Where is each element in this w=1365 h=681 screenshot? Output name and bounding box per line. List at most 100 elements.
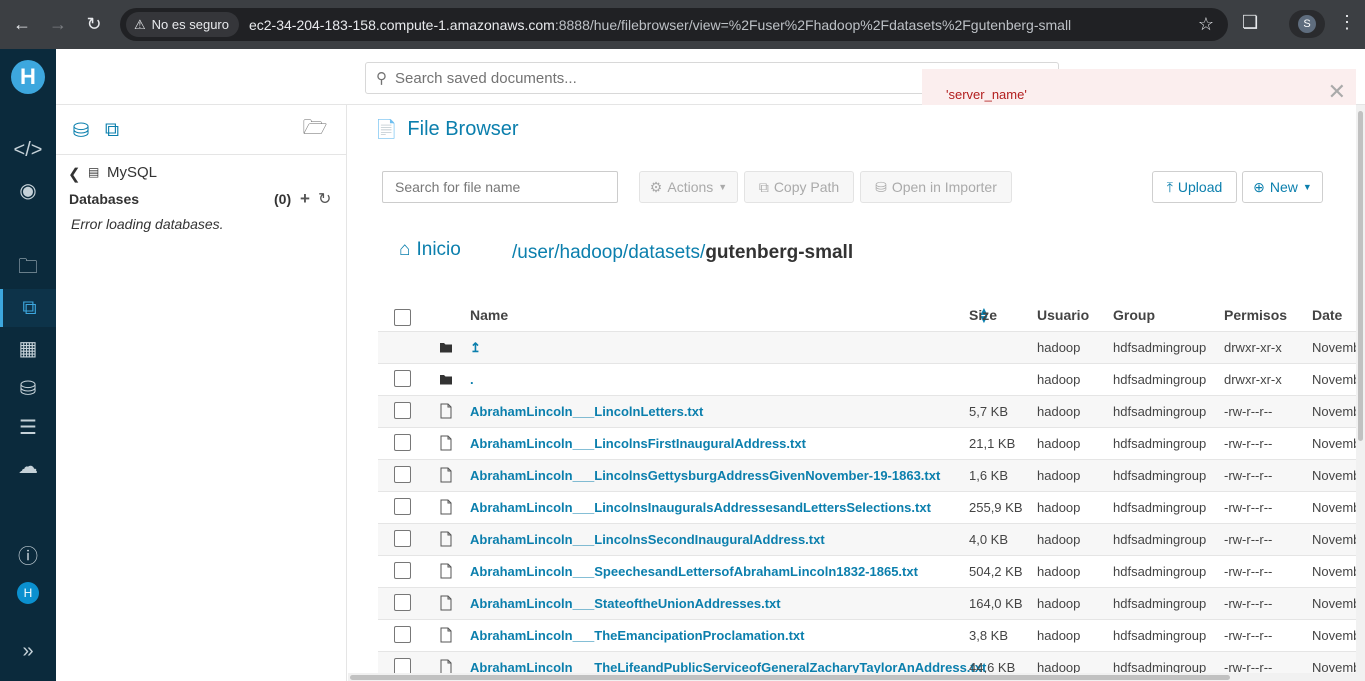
table-row[interactable]: AbrahamLincoln___LincolnLetters.txt 5,7 K… [378, 395, 1365, 427]
horizontal-scroll-thumb[interactable] [350, 675, 1230, 680]
source-name[interactable]: MySQL [107, 164, 157, 181]
profile-button[interactable]: S [1289, 10, 1325, 38]
expand-nav-icon[interactable]: » [0, 632, 56, 670]
add-icon[interactable]: + [300, 189, 310, 209]
file-name[interactable]: . [470, 372, 474, 387]
address-bar[interactable]: ⚠ No es seguro ec2-34-204-183-158.comput… [120, 8, 1228, 41]
file-date: Novemb [1312, 404, 1361, 419]
file-user: hadoop [1037, 340, 1081, 355]
copy-path-label: Copy Path [773, 179, 840, 195]
column-name[interactable]: Name [470, 307, 508, 323]
table-row[interactable]: AbrahamLincoln___LincolnsFirstInauguralA… [378, 427, 1365, 459]
column-user[interactable]: Usuario [1037, 307, 1089, 323]
table-row[interactable]: AbrahamLincoln___StateoftheUnionAddresse… [378, 587, 1365, 619]
row-checkbox[interactable] [394, 466, 411, 483]
column-size[interactable]: Size [969, 307, 997, 323]
vertical-scroll-thumb[interactable] [1358, 111, 1363, 441]
documents-icon[interactable]: 🗁 [302, 117, 328, 143]
more-menu-icon[interactable]: ⋮ [1338, 13, 1356, 31]
actions-button[interactable]: ⚙ Actions ▼ [639, 171, 738, 203]
table-row[interactable]: AbrahamLincoln___TheEmancipationProclama… [378, 619, 1365, 651]
sql-sources-icon[interactable]: ⛁ [68, 117, 94, 143]
close-icon[interactable]: ✕ [1328, 81, 1346, 103]
column-date[interactable]: Date [1312, 307, 1342, 323]
file-icon [440, 403, 452, 419]
open-importer-button[interactable]: ⛁ Open in Importer [860, 171, 1012, 203]
file-size: 3,8 KB [969, 628, 1009, 643]
bookmark-star-icon[interactable]: ☆ [1198, 14, 1214, 35]
hue-logo[interactable]: H [0, 49, 56, 105]
extensions-icon[interactable]: ❏ [1242, 12, 1258, 33]
file-name[interactable]: AbrahamLincoln___LincolnsGettysburgAddre… [470, 468, 940, 483]
help-icon[interactable]: ⓘ [0, 535, 56, 573]
security-chip[interactable]: ⚠ No es seguro [126, 12, 239, 37]
new-button[interactable]: ⊕ New ▼ [1242, 171, 1323, 203]
breadcrumb-prefix[interactable]: /user/hadoop/datasets/ [512, 242, 705, 263]
databases-count: (0) [274, 191, 292, 207]
page-title: 📄 File Browser [375, 118, 519, 141]
row-checkbox[interactable] [394, 402, 411, 419]
forward-button[interactable]: → [40, 6, 76, 42]
back-button[interactable]: ← [4, 6, 40, 42]
actions-label: Actions [667, 179, 714, 195]
file-name[interactable]: AbrahamLincoln___LincolnsFirstInauguralA… [470, 436, 806, 451]
database-icon: ⛁ [875, 178, 887, 195]
breadcrumb-path[interactable]: /user/hadoop/datasets/gutenberg-small [512, 242, 853, 264]
file-user: hadoop [1037, 468, 1081, 483]
table-row[interactable]: AbrahamLincoln___LincolnsSecondInaugural… [378, 523, 1365, 555]
refresh-icon[interactable]: ↻ [318, 189, 331, 209]
file-name[interactable]: AbrahamLincoln___TheEmancipationProclama… [470, 628, 804, 643]
file-name[interactable]: ↥ [470, 340, 481, 356]
user-menu[interactable]: H [0, 574, 56, 612]
database-icon[interactable]: ⛁ [0, 369, 56, 407]
row-checkbox[interactable] [394, 626, 411, 643]
file-name[interactable]: AbrahamLincoln___LincolnsSecondInaugural… [470, 532, 825, 547]
vertical-scrollbar[interactable] [1356, 105, 1365, 681]
file-icon [440, 595, 452, 611]
files-icon[interactable]: ⧉ [99, 117, 125, 143]
select-all-checkbox[interactable] [394, 309, 411, 326]
row-checkbox[interactable] [394, 498, 411, 515]
editor-icon[interactable]: </> [0, 131, 56, 169]
horizontal-scrollbar[interactable] [348, 673, 1356, 681]
table-header: Name ▲ ▼ Size Usuario Group Permisos Date [378, 299, 1365, 333]
tables-icon[interactable]: ☰ [0, 408, 56, 446]
file-permissions: -rw-r--r-- [1224, 500, 1273, 515]
upload-button[interactable]: ⤒ Upload [1152, 171, 1237, 203]
documents-folder-icon[interactable]: 🗀 [0, 250, 56, 288]
back-chevron-icon[interactable]: ❮ [68, 165, 81, 183]
file-icon [440, 531, 452, 547]
left-navigation: H </> ◉ 🗀 ⧉ ▦ ⛁ ☰ ☁ ⓘ H » [0, 49, 56, 681]
file-name[interactable]: AbrahamLincoln___StateoftheUnionAddresse… [470, 596, 781, 611]
table-row[interactable]: ↥ hadoop hdfsadmingroup drwxr-xr-x Novemb [378, 331, 1365, 363]
cloud-upload-icon[interactable]: ☁ [0, 447, 56, 485]
row-checkbox[interactable] [394, 370, 411, 387]
breadcrumb-home[interactable]: ⌂ Inicio [399, 239, 461, 261]
row-checkbox[interactable] [394, 562, 411, 579]
jobs-icon[interactable]: ▦ [0, 329, 56, 367]
row-checkbox[interactable] [394, 594, 411, 611]
file-browser-icon[interactable]: ⧉ [0, 289, 56, 327]
row-checkbox[interactable] [394, 530, 411, 547]
row-checkbox[interactable] [394, 434, 411, 451]
breadcrumb-current: gutenberg-small [705, 242, 854, 263]
column-permissions[interactable]: Permisos [1224, 307, 1287, 323]
table-row[interactable]: AbrahamLincoln___LincolnsGettysburgAddre… [378, 459, 1365, 491]
file-name[interactable]: AbrahamLincoln___LincolnLetters.txt [470, 404, 703, 419]
upload-icon: ⤒ [1166, 178, 1173, 195]
file-name[interactable]: AbrahamLincoln___SpeechesandLettersofAbr… [470, 564, 918, 579]
dashboard-icon[interactable]: ◉ [0, 171, 56, 209]
file-icon: 📄 [375, 119, 398, 139]
global-search-input[interactable] [395, 69, 995, 87]
file-size: 5,7 KB [969, 404, 1009, 419]
copy-path-button[interactable]: ⧉ Copy Path [744, 171, 854, 203]
file-search-input[interactable] [382, 171, 618, 203]
column-group[interactable]: Group [1113, 307, 1155, 323]
file-user: hadoop [1037, 628, 1081, 643]
file-name[interactable]: AbrahamLincoln___LincolnsInauguralsAddre… [470, 500, 931, 515]
table-row[interactable]: AbrahamLincoln___LincolnsInauguralsAddre… [378, 491, 1365, 523]
table-row[interactable]: AbrahamLincoln___SpeechesandLettersofAbr… [378, 555, 1365, 587]
file-group: hdfsadmingroup [1113, 468, 1207, 483]
reload-button[interactable]: ↻ [76, 6, 112, 42]
table-row[interactable]: . hadoop hdfsadmingroup drwxr-xr-x Novemb [378, 363, 1365, 395]
